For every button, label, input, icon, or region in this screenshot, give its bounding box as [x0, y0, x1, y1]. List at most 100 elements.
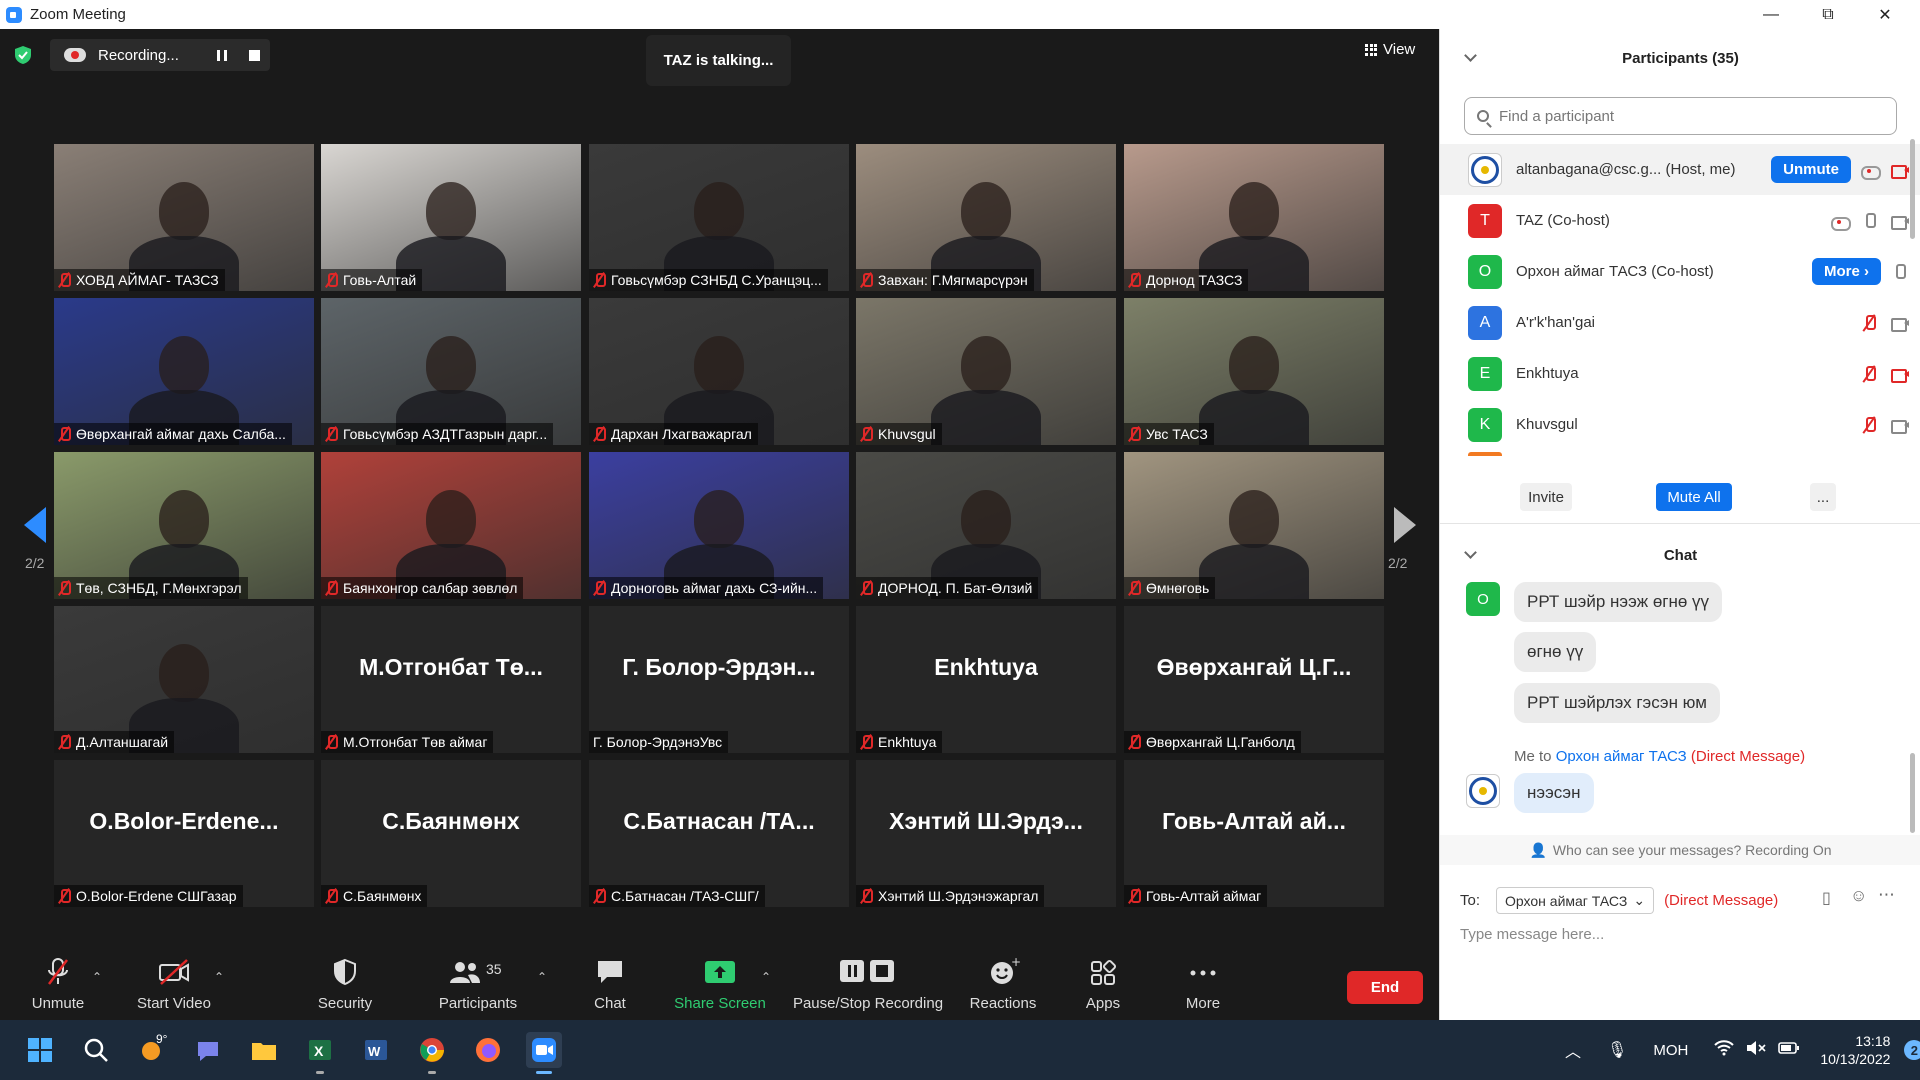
mute-all-button[interactable]: Mute All	[1656, 483, 1732, 511]
participant-row[interactable]: O Орхон аймаг ТАСЗ (Co-host) More ›	[1440, 246, 1920, 297]
battery-icon[interactable]	[1778, 1041, 1800, 1059]
video-tile[interactable]: Өмнөговь	[1124, 452, 1384, 599]
video-tile[interactable]: Говьсүмбэр СЗНБД С.Уранцэц...	[589, 144, 849, 291]
more-button[interactable]: More	[1180, 940, 1226, 1020]
share-screen-button[interactable]: Share Screen	[670, 940, 770, 1020]
weather-icon[interactable]: 9°	[134, 1032, 170, 1068]
teams-chat-icon[interactable]	[190, 1032, 226, 1068]
invite-button[interactable]: Invite	[1520, 483, 1572, 511]
collapse-chevron-icon[interactable]	[1464, 49, 1477, 62]
video-tile[interactable]: Дархан Лхагважаргал	[589, 298, 849, 445]
chrome-icon[interactable]	[414, 1032, 450, 1074]
video-tile[interactable]: С.Баянмөнх С.Баянмөнх	[321, 760, 581, 907]
chat-scrollbar[interactable]	[1910, 753, 1915, 833]
microphone-muted-icon[interactable]	[1861, 314, 1877, 331]
emoji-icon[interactable]: ☺	[1850, 886, 1867, 906]
video-tile[interactable]: ДОРНОД. П. Бат-Өлзий	[856, 452, 1116, 599]
security-button[interactable]: Security	[305, 940, 385, 1020]
wifi-icon[interactable]	[1714, 1040, 1735, 1060]
video-tile[interactable]: Enkhtuya Enkhtuya	[856, 606, 1116, 753]
pause-stop-recording-button[interactable]: Pause/Stop Recording	[788, 940, 948, 1020]
video-tile[interactable]: Г. Болор-Эрдэн... Г. Болор-ЭрдэнэУвс	[589, 606, 849, 753]
previous-page-arrow-icon[interactable]	[24, 507, 46, 543]
row-more-button[interactable]: More ›	[1812, 258, 1881, 285]
stop-recording-icon[interactable]	[249, 50, 260, 61]
maximize-button[interactable]: ⧉	[1805, 0, 1851, 29]
recipient-dropdown[interactable]: Орхон аймаг ТАСЗ ⌄	[1496, 887, 1655, 914]
microphone-tray-icon[interactable]: 🎙	[1607, 1040, 1627, 1060]
reactions-button[interactable]: + Reactions	[965, 940, 1041, 1020]
video-tile[interactable]: Дорноговь аймаг дахь СЗ-ийн...	[589, 452, 849, 599]
video-tile[interactable]: О.Bolor-Erdene... О.Bolor-Erdene СШГазар	[54, 760, 314, 907]
close-button[interactable]: ✕	[1862, 0, 1908, 29]
video-tile[interactable]: Д.Алтаншагай	[54, 606, 314, 753]
video-tile[interactable]: Завхан: Г.Мягмарсүрэн	[856, 144, 1116, 291]
view-button[interactable]: View	[1365, 41, 1415, 58]
video-tile[interactable]: Төв, СЗНБД, Г.Мөнхгэрэл	[54, 452, 314, 599]
more-options-button[interactable]: ...	[1810, 483, 1836, 511]
video-tile[interactable]: Говь-Алтай ай... Говь-Алтай аймаг	[1124, 760, 1384, 907]
message-visibility-notice[interactable]: 👤 Who can see your messages? Recording O…	[1440, 835, 1920, 865]
microphone-muted-icon[interactable]	[1861, 416, 1877, 433]
participant-row[interactable]: A A'r'k'han'gai	[1440, 297, 1920, 348]
audio-options-caret-icon[interactable]: ⌃	[92, 970, 102, 984]
zoom-taskbar-icon[interactable]	[526, 1032, 562, 1074]
video-tile[interactable]: Хэнтий Ш.Эрдэ... Хэнтий Ш.Эрдэнэжаргал	[856, 760, 1116, 907]
microphone-muted-icon[interactable]	[1861, 365, 1877, 382]
video-off-icon[interactable]	[1891, 366, 1909, 383]
video-icon[interactable]	[1891, 417, 1909, 434]
video-tile[interactable]: Өвөрхангай Ц.Г... Өвөрхангай Ц.Ганболд	[1124, 606, 1384, 753]
notification-badge[interactable]: 2	[1904, 1040, 1920, 1060]
word-icon[interactable]: W	[358, 1032, 394, 1068]
participant-search-input[interactable]: Find a participant	[1464, 97, 1897, 135]
participant-row[interactable]: T TAZ (Co-host)	[1440, 195, 1920, 246]
collapse-chat-chevron-icon[interactable]	[1464, 546, 1477, 559]
chat-more-icon[interactable]: ⋯	[1878, 885, 1895, 905]
participant-row[interactable]: K Khuvsgul	[1440, 399, 1920, 450]
video-icon[interactable]	[1891, 315, 1909, 332]
video-tile[interactable]: С.Батнасан /ТА... С.Батнасан /ТАЗ-СШГ/	[589, 760, 849, 907]
cloud-recording-icon[interactable]	[1861, 162, 1881, 180]
minimize-button[interactable]: —	[1748, 0, 1794, 29]
start-video-button[interactable]: Start Video	[130, 940, 218, 1020]
participants-options-caret-icon[interactable]: ⌃	[537, 970, 547, 984]
encryption-shield-icon[interactable]	[14, 45, 32, 65]
video-tile[interactable]: Баянхонгор салбар зөвлөл	[321, 452, 581, 599]
row-unmute-button[interactable]: Unmute	[1771, 156, 1851, 183]
video-tile[interactable]: Дорнод ТАЗСЗ	[1124, 144, 1384, 291]
language-indicator[interactable]: МОН	[1653, 1042, 1688, 1059]
video-options-caret-icon[interactable]: ⌃	[214, 970, 224, 984]
file-explorer-icon[interactable]	[246, 1032, 282, 1068]
video-tile[interactable]: Khuvsgul	[856, 298, 1116, 445]
excel-icon[interactable]: X	[302, 1032, 338, 1074]
clock[interactable]: 13:18 10/13/2022	[1820, 1032, 1890, 1068]
video-icon[interactable]	[1891, 213, 1909, 230]
file-icon[interactable]: ▯	[1822, 888, 1831, 908]
participant-row[interactable]: altanbagana@csc.g... (Host, me) Unmute	[1440, 144, 1920, 195]
search-icon[interactable]	[78, 1032, 114, 1068]
microphone-icon[interactable]	[1861, 212, 1877, 229]
participants-scrollbar[interactable]	[1910, 139, 1915, 239]
unmute-button[interactable]: Unmute	[22, 940, 94, 1020]
participant-row[interactable]: E Enkhtuya	[1440, 348, 1920, 399]
video-tile[interactable]: Говьсүмбэр АЗДТГазрын дарг...	[321, 298, 581, 445]
participants-button[interactable]: 35 Participants	[435, 940, 521, 1020]
end-meeting-button[interactable]: End	[1347, 971, 1423, 1004]
dm-target-link[interactable]: Орхон аймаг ТАСЗ	[1556, 748, 1687, 765]
firefox-icon[interactable]	[470, 1032, 506, 1068]
pause-recording-icon[interactable]	[217, 50, 227, 61]
start-menu-icon[interactable]	[22, 1032, 58, 1068]
video-tile[interactable]: ХОВД АЙМАГ- ТАЗСЗ	[54, 144, 314, 291]
speaker-muted-icon[interactable]	[1746, 1040, 1766, 1060]
share-options-caret-icon[interactable]: ⌃	[761, 970, 771, 984]
video-off-icon[interactable]	[1891, 162, 1909, 179]
microphone-icon[interactable]	[1891, 263, 1907, 280]
chat-message-input[interactable]	[1460, 921, 1900, 947]
video-tile[interactable]: Увс ТАСЗ	[1124, 298, 1384, 445]
tray-overflow-chevron-icon[interactable]: ︿	[1565, 1038, 1581, 1062]
chat-button[interactable]: Chat	[580, 940, 640, 1020]
video-tile[interactable]: М.Отгонбат Тө... М.Отгонбат Төв аймаг	[321, 606, 581, 753]
video-tile[interactable]: Өвөрхангай аймаг дахь Салба...	[54, 298, 314, 445]
next-page-arrow-icon[interactable]	[1394, 507, 1416, 543]
apps-button[interactable]: Apps	[1083, 940, 1123, 1020]
